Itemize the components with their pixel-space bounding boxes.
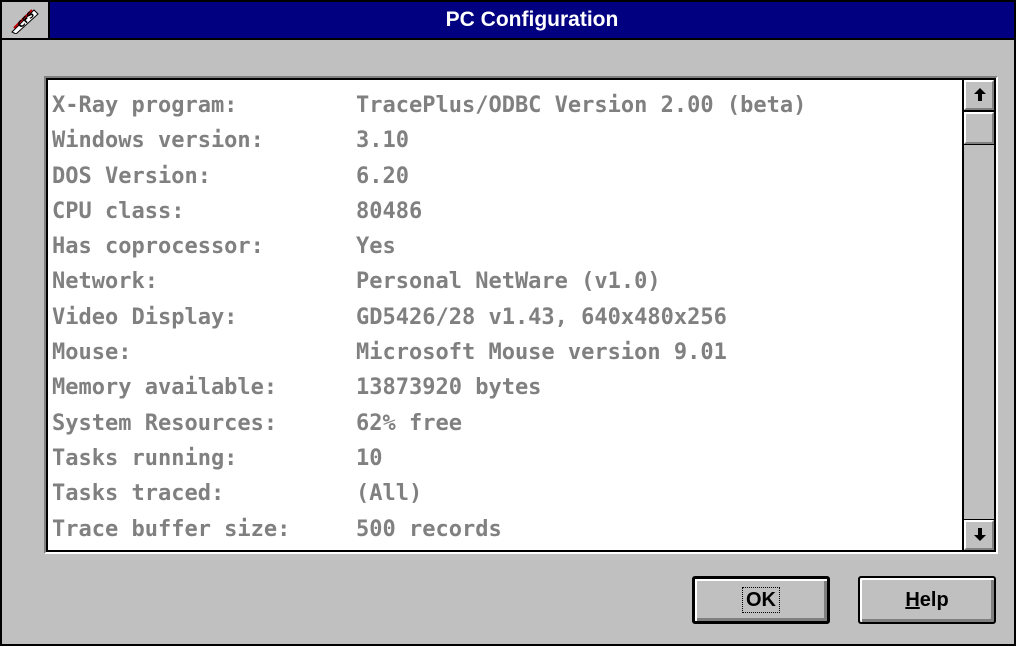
config-listbox[interactable]: X-Ray program: TracePlus/ODBC Version 2.0… bbox=[44, 76, 998, 554]
help-button[interactable]: Help bbox=[858, 576, 996, 624]
config-row[interactable]: Network: Personal NetWare (v1.0) bbox=[52, 264, 962, 299]
config-key: X-Ray program: bbox=[52, 93, 238, 118]
config-row[interactable]: DOS Version: 6.20 bbox=[52, 159, 962, 194]
config-row[interactable]: X-Ray program: TracePlus/ODBC Version 2.0… bbox=[52, 88, 962, 123]
scroll-thumb[interactable] bbox=[963, 111, 995, 145]
config-rows: X-Ray program: TracePlus/ODBC Version 2.0… bbox=[52, 88, 962, 547]
vertical-scrollbar[interactable] bbox=[962, 79, 995, 551]
config-key: Trace buffer size: bbox=[52, 516, 291, 542]
config-key: Has coprocessor: bbox=[52, 234, 264, 260]
config-value: 500 records bbox=[356, 516, 502, 542]
config-value: (All) bbox=[356, 481, 423, 507]
config-value: 6.20 bbox=[356, 163, 409, 189]
config-key: DOS Version: bbox=[52, 163, 211, 189]
config-value: 80486 bbox=[356, 198, 423, 224]
config-key: CPU class: bbox=[52, 198, 185, 224]
config-key: Memory available: bbox=[52, 375, 278, 401]
cfs-app-icon: CFS bbox=[11, 9, 39, 34]
config-value: 62% free bbox=[356, 410, 462, 436]
config-listbox-frame: X-Ray program: TracePlus/ODBC Version 2.0… bbox=[46, 78, 996, 552]
config-value: GD5426/28 v1.43, 640x480x256 bbox=[356, 304, 727, 330]
config-row[interactable]: Trace buffer size: 500 records bbox=[52, 512, 962, 547]
config-row[interactable]: CPU class: 80486 bbox=[52, 194, 962, 229]
config-value: 3.10 bbox=[356, 128, 409, 154]
config-row[interactable]: System Resources: 62% free bbox=[52, 406, 962, 441]
config-value: Microsoft Mouse version 9.01 bbox=[356, 340, 727, 366]
ok-button-label: OK bbox=[742, 587, 780, 613]
system-menu-button[interactable]: CFS bbox=[2, 2, 50, 38]
config-key: Video Display: bbox=[52, 304, 238, 330]
config-row[interactable]: Tasks running: 10 bbox=[52, 441, 962, 476]
config-row[interactable]: Memory available: 13873920 bytes bbox=[52, 370, 962, 405]
help-button-mnemonic: H bbox=[905, 589, 920, 611]
config-value: Yes bbox=[356, 234, 396, 260]
scroll-up-button[interactable] bbox=[963, 79, 995, 111]
config-key: Tasks traced: bbox=[52, 481, 225, 507]
config-key: Windows version: bbox=[52, 128, 264, 154]
config-row[interactable]: Mouse: Microsoft Mouse version 9.01 bbox=[52, 335, 962, 370]
ok-button[interactable]: OK bbox=[692, 576, 830, 624]
config-value: TracePlus/ODBC Version 2.00 (beta) bbox=[356, 93, 807, 118]
pc-configuration-dialog: CFS PC Configuration X-Ray program: Trace… bbox=[0, 0, 1016, 646]
config-row[interactable]: Windows version: 3.10 bbox=[52, 123, 962, 158]
config-key: Mouse: bbox=[52, 340, 132, 366]
arrow-down-icon bbox=[974, 528, 986, 541]
config-value: 10 bbox=[356, 445, 383, 471]
config-row[interactable]: Tasks traced: (All) bbox=[52, 476, 962, 511]
config-row[interactable]: Video Display: GD5426/28 v1.43, 640x480x2… bbox=[52, 300, 962, 335]
config-key: System Resources: bbox=[52, 410, 278, 436]
config-value: Personal NetWare (v1.0) bbox=[356, 269, 661, 295]
config-row[interactable]: Has coprocessor: Yes bbox=[52, 229, 962, 264]
help-button-label: elp bbox=[919, 589, 949, 611]
config-value: 13873920 bytes bbox=[356, 375, 542, 401]
config-key: Network: bbox=[52, 269, 158, 295]
title-bar[interactable]: CFS PC Configuration bbox=[2, 2, 1014, 40]
window-title: PC Configuration bbox=[445, 8, 619, 31]
arrow-up-icon bbox=[974, 88, 986, 101]
config-key: Tasks running: bbox=[52, 445, 238, 471]
scroll-down-button[interactable] bbox=[963, 519, 995, 551]
